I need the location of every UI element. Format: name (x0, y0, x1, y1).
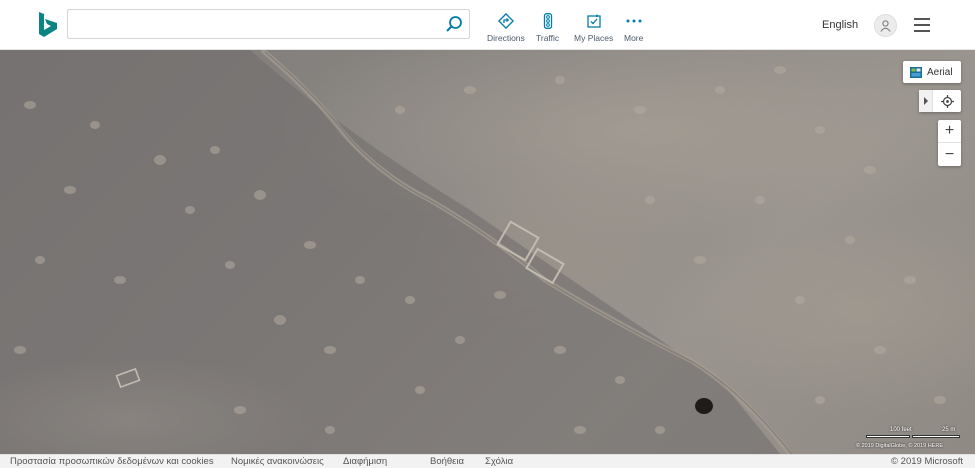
more-label: More (624, 33, 644, 43)
locate-me-button[interactable] (933, 90, 961, 112)
directions-button[interactable]: Directions (487, 13, 525, 43)
my-places-label: My Places (574, 33, 614, 43)
footer: Προστασία προσωπικών δεδομένων και cooki… (0, 454, 975, 468)
copyright-text: © 2019 Microsoft (891, 456, 963, 467)
scale-feet-bar (866, 435, 910, 438)
more-dots-icon (625, 13, 643, 29)
user-avatar-button[interactable] (874, 14, 897, 37)
map-scale-bar: 100 feet 25 m (866, 427, 961, 441)
advertising-link[interactable]: Διαφήμιση (343, 456, 387, 467)
aerial-imagery (0, 50, 946, 454)
locate-controls (919, 90, 961, 112)
hamburger-menu-icon[interactable] (914, 18, 930, 32)
help-link[interactable]: Βοήθεια (430, 456, 464, 467)
map-attribution: © 2019 DigitalGlobe, © 2019 HERE (856, 443, 943, 449)
locate-me-icon (940, 94, 954, 108)
map-style-aerial-button[interactable]: Aerial (903, 61, 961, 83)
search-input[interactable] (76, 14, 436, 34)
bing-logo-icon[interactable] (36, 11, 60, 39)
traffic-light-icon (539, 13, 557, 29)
scale-meters-label: 25 m (942, 427, 956, 433)
bing-maps-app: Directions Traffic My Places More Englis… (0, 0, 975, 468)
expand-controls-button[interactable] (919, 90, 933, 112)
search-icon[interactable] (443, 13, 465, 35)
traffic-button[interactable]: Traffic (536, 13, 559, 43)
user-icon (880, 19, 891, 32)
directions-icon (497, 13, 515, 29)
zoom-in-button[interactable]: + (938, 120, 961, 143)
search-box (67, 9, 470, 39)
aerial-map-icon (910, 66, 922, 78)
traffic-label: Traffic (536, 33, 560, 43)
map-style-label: Aerial (927, 66, 953, 78)
zoom-controls: + − (938, 120, 961, 166)
scale-feet-label: 100 feet (890, 427, 912, 433)
zoom-out-button[interactable]: − (938, 143, 961, 166)
my-places-icon (585, 13, 603, 29)
legal-link[interactable]: Νομικές ανακοινώσεις (231, 456, 324, 467)
aerial-map-canvas[interactable]: Aerial + − 100 feet 25 m © 2019 DigitalG… (0, 50, 975, 454)
directions-label: Directions (487, 33, 525, 43)
chevron-right-icon (923, 97, 928, 105)
top-bar: Directions Traffic My Places More Englis… (0, 0, 975, 50)
feedback-link[interactable]: Σχόλια (485, 456, 513, 467)
privacy-link[interactable]: Προστασία προσωπικών δεδομένων και cooki… (10, 456, 214, 467)
more-button[interactable]: More (624, 13, 643, 43)
scale-meters-bar (912, 435, 960, 438)
language-selector[interactable]: English (822, 19, 858, 31)
my-places-button[interactable]: My Places (574, 13, 613, 43)
